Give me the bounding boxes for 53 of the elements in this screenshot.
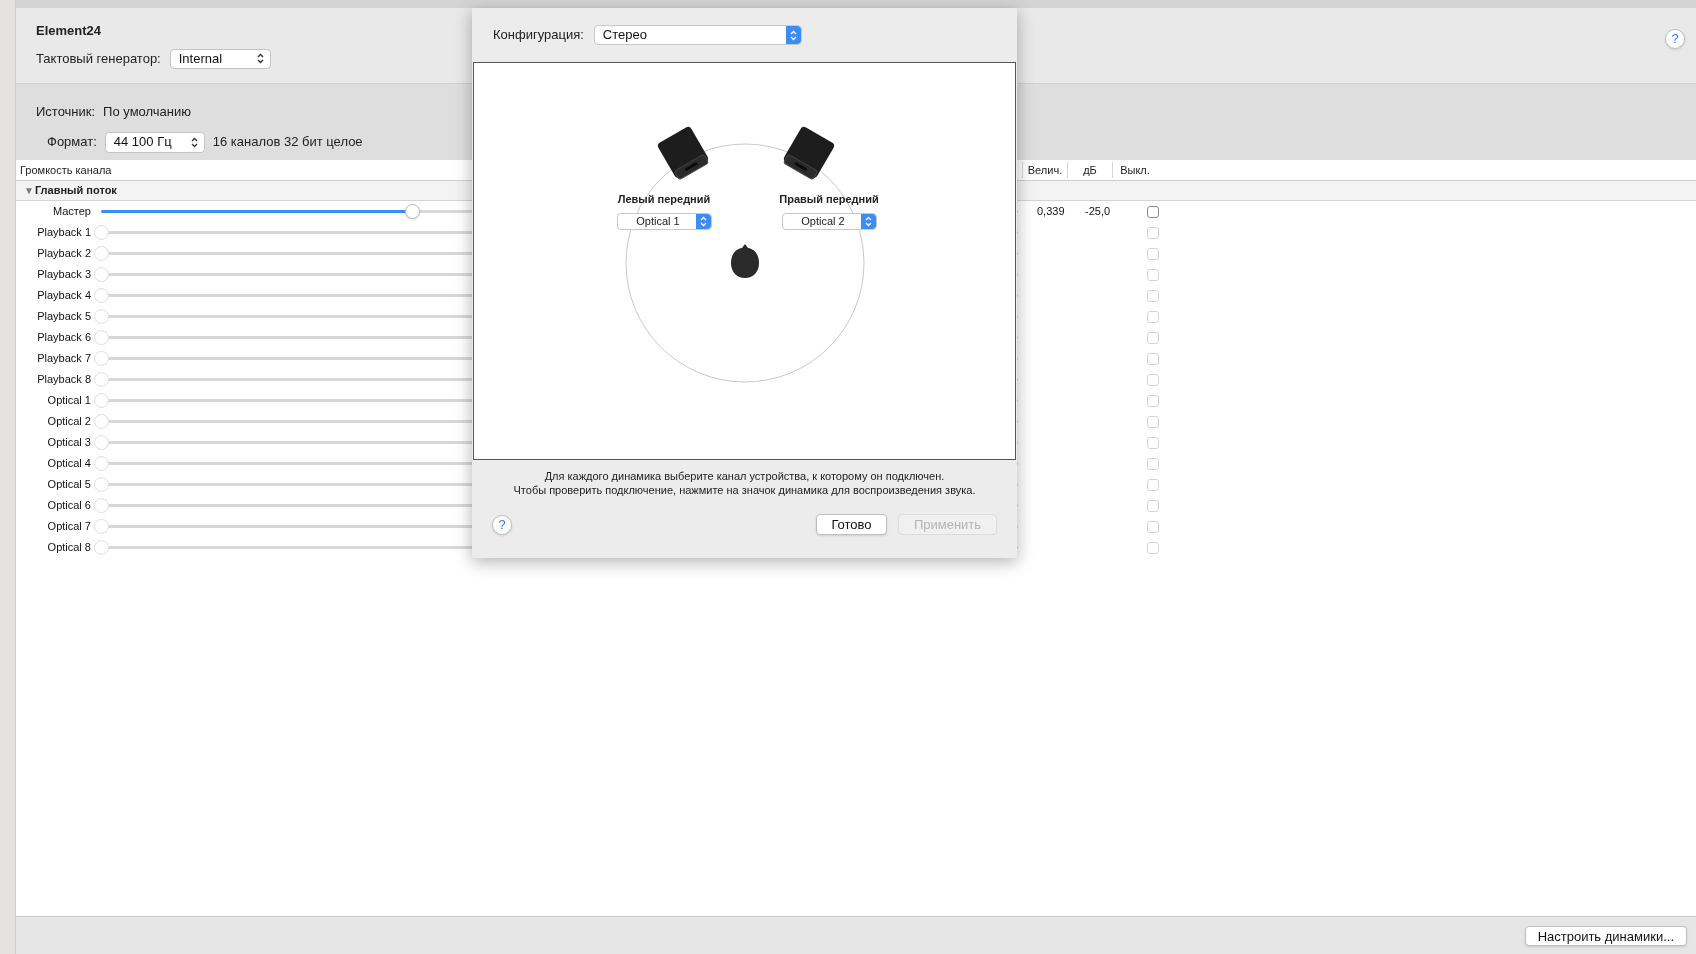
stepper-icon xyxy=(785,26,801,44)
channel-name: Playback 8 xyxy=(36,372,92,388)
stepper-icon xyxy=(190,136,198,148)
disclosure-triangle[interactable]: ▼ xyxy=(24,183,34,198)
channel-popup[interactable]: Optical 1 xyxy=(616,212,712,230)
slider-thumb[interactable] xyxy=(404,204,420,219)
channel-popup[interactable]: Optical 2 xyxy=(781,212,877,230)
channel-name: Playback 2 xyxy=(36,246,92,262)
speaker-label: Левый передний xyxy=(617,192,711,207)
source-value: По умолчанию xyxy=(103,103,192,121)
format-description: 16 каналов 32 бит целое xyxy=(212,133,363,152)
channel-name: Optical 2 xyxy=(46,414,92,430)
stepper-icon xyxy=(860,213,876,229)
stepper-icon xyxy=(695,213,711,229)
channel-name: Optical 5 xyxy=(46,477,92,493)
group-label: Главный поток xyxy=(34,183,117,199)
listener-head-icon xyxy=(729,243,761,279)
channel-name: Playback 4 xyxy=(36,288,92,304)
config-label: Конфигурация: xyxy=(493,26,584,45)
channel-name: Playback 7 xyxy=(36,351,92,367)
channel-name: Playback 1 xyxy=(36,225,92,241)
channel-name: Optical 8 xyxy=(46,540,92,556)
channel-name: Playback 6 xyxy=(36,330,92,346)
dialog-button[interactable]: Готово xyxy=(816,514,887,535)
channel-name: Optical 3 xyxy=(46,435,92,451)
channel-name: Optical 1 xyxy=(46,393,92,409)
source-label: Источник: xyxy=(36,103,96,121)
hint-text: Для каждого динамика выберите канал устройства, к которому он подключен. xyxy=(544,469,945,483)
channel-name: Optical 4 xyxy=(46,456,92,472)
db-cell-text: -25,0 xyxy=(1085,204,1112,220)
channel-name: Optical 6 xyxy=(46,498,92,514)
stepper-icon xyxy=(256,53,264,64)
value-cell-text: 0,339 xyxy=(1037,204,1066,220)
column-header: Велич. xyxy=(1022,161,1067,179)
channel-name: Мастер xyxy=(51,204,92,220)
configure-speakers-button[interactable]: Настроить динамики... xyxy=(1524,925,1687,946)
format-popup[interactable]: 44 100 Гц xyxy=(104,131,205,153)
speaker-label: Правый передний xyxy=(779,192,879,207)
config-popup[interactable]: Стерео xyxy=(593,25,802,45)
channel-name: Playback 5 xyxy=(36,309,92,325)
format-label: Формат: xyxy=(47,133,97,152)
help-button[interactable]: ? xyxy=(492,514,512,535)
mute-checkbox[interactable] xyxy=(1146,205,1159,218)
clock-popup[interactable]: Internal xyxy=(169,48,271,69)
column-header: Громкость канала xyxy=(19,162,113,178)
channel-name: Playback 3 xyxy=(36,267,92,283)
help-button[interactable]: ? xyxy=(1665,29,1685,49)
clock-label: Тактовый генератор: xyxy=(36,49,161,68)
hint-text: Чтобы проверить подключение, нажмите на значок динамика для воспроизведения звука. xyxy=(513,483,976,497)
column-header: Выкл. xyxy=(1112,161,1157,179)
device-name: Element24 xyxy=(36,22,102,40)
column-header: дБ xyxy=(1067,161,1112,179)
channel-name: Optical 7 xyxy=(46,519,92,535)
